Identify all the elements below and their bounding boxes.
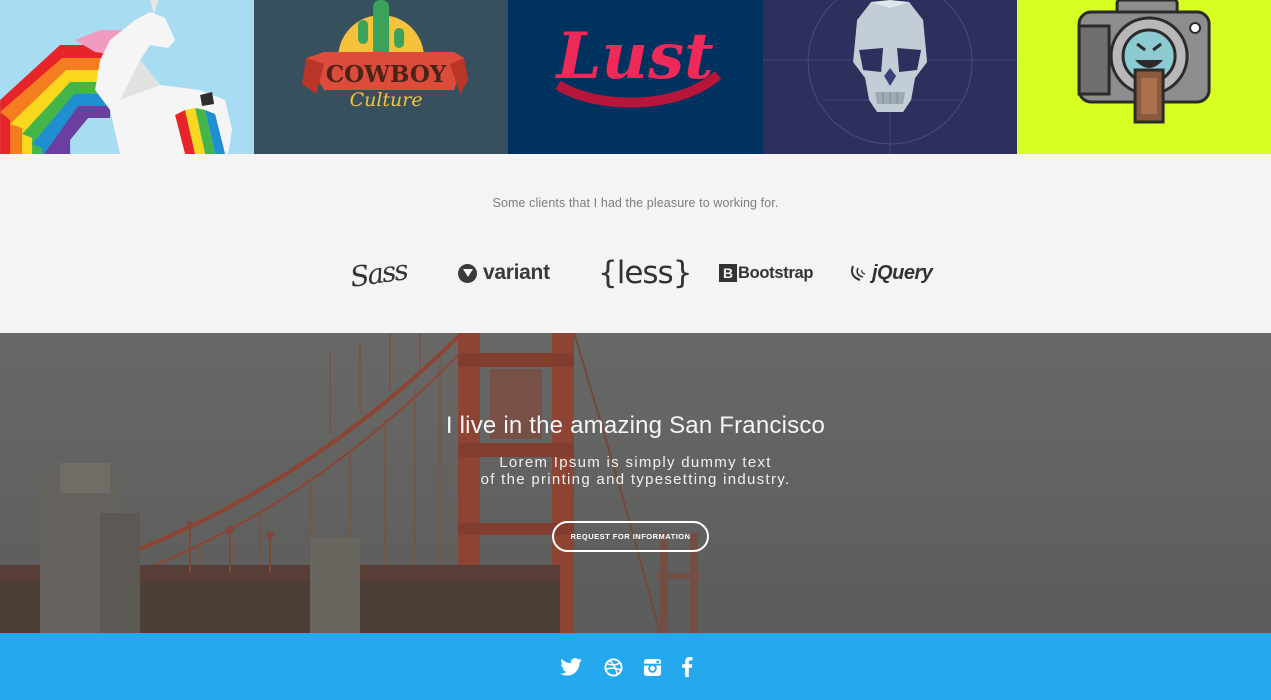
unicorn-illustration bbox=[0, 0, 255, 154]
dribbble-icon[interactable] bbox=[601, 655, 625, 679]
portfolio-tile-skull[interactable] bbox=[762, 0, 1017, 154]
instagram-icon[interactable] bbox=[640, 655, 664, 679]
request-information-button[interactable]: REQUEST FOR INFORMATION bbox=[552, 521, 709, 552]
portfolio-strip: COWBOY Culture Lust bbox=[0, 0, 1271, 154]
cowboy-text: COWBOY bbox=[326, 61, 447, 88]
hero-subtitle-line-2: of the printing and typesetting industry… bbox=[480, 471, 791, 488]
less-logo-text: {less} bbox=[598, 255, 692, 291]
client-logo-bootstrap[interactable]: B Bootstrap bbox=[719, 250, 814, 296]
portfolio-tile-cowboy-culture[interactable]: COWBOY Culture bbox=[254, 0, 509, 154]
hero-title: I live in the amazing San Francisco bbox=[445, 412, 826, 439]
hero-content: I live in the amazing San Francisco Lore… bbox=[0, 333, 1271, 633]
clients-caption: Some clients that I had the pleasure to … bbox=[492, 196, 779, 210]
cowboy-culture-illustration: COWBOY Culture bbox=[254, 0, 509, 154]
footer bbox=[0, 633, 1271, 700]
portfolio-tile-unicorn[interactable] bbox=[0, 0, 255, 154]
variant-logo-text: variant bbox=[483, 261, 550, 284]
bootstrap-logo-icon: B bbox=[719, 264, 737, 282]
portfolio-tile-lust[interactable]: Lust bbox=[508, 0, 763, 154]
client-logo-jquery[interactable]: jQuery bbox=[850, 250, 933, 296]
client-logo-less[interactable]: {less} bbox=[598, 250, 692, 296]
hero-section: I live in the amazing San Francisco Lore… bbox=[0, 333, 1271, 633]
sass-logo-text: Sass bbox=[347, 252, 409, 294]
facebook-icon[interactable] bbox=[675, 655, 699, 679]
skull-illustration bbox=[762, 0, 1017, 154]
hero-subtitle-line-1: Lorem Ipsum is simply dummy text bbox=[499, 454, 772, 471]
lust-illustration: Lust bbox=[508, 0, 763, 154]
lust-text: Lust bbox=[555, 19, 714, 94]
variant-logo-icon bbox=[458, 263, 477, 283]
hero-subtitle: Lorem Ipsum is simply dummy text of the … bbox=[0, 454, 1271, 488]
client-logo-sass[interactable]: Sass bbox=[347, 250, 409, 296]
twitter-icon[interactable] bbox=[559, 655, 583, 679]
clients-section: Some clients that I had the pleasure to … bbox=[0, 154, 1271, 333]
portfolio-tile-camera[interactable] bbox=[1016, 0, 1271, 154]
bootstrap-logo-text: Bootstrap bbox=[738, 263, 814, 282]
camera-illustration bbox=[1016, 0, 1271, 154]
jquery-logo-text: jQuery bbox=[872, 261, 933, 284]
client-logo-variant[interactable]: variant bbox=[458, 250, 550, 296]
culture-text: Culture bbox=[350, 89, 423, 111]
jquery-logo-icon bbox=[850, 264, 870, 282]
